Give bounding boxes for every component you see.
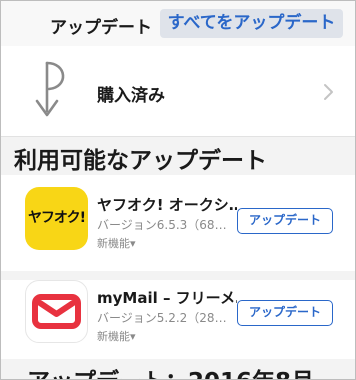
available-updates-header: 利用可能なアップデート — [1, 137, 355, 175]
yafuoku-icon-text: ヤフオク! — [27, 210, 86, 226]
updates-screen: アップデート すべてをアップデート 購入済み 利用可能なアップデート ヤフオク!… — [0, 0, 356, 380]
updates-title: アップデート — [50, 18, 152, 38]
purchased-arrow-icon — [35, 61, 65, 117]
update-button[interactable]: アップデート — [237, 300, 333, 326]
purchased-row[interactable]: 購入済み — [1, 46, 355, 137]
update-history-title: アップデート：2016年8月 — [27, 362, 314, 379]
available-updates-title: 利用可能なアップデート — [14, 148, 267, 174]
top-bar: アップデート すべてをアップデート — [1, 1, 355, 46]
chevron-right-icon — [324, 84, 333, 100]
update-history-header: アップデート：2016年8月 — [1, 359, 355, 379]
whats-new-toggle[interactable]: 新機能▾ — [97, 328, 136, 344]
update-button[interactable]: アップデート — [237, 208, 333, 234]
app-name: myMail – フリーメ… — [97, 289, 237, 307]
app-version: バージョン6.5.3（68… — [97, 218, 227, 232]
app-name: ヤフオク! オークシ… — [97, 196, 237, 214]
update-all-button[interactable]: すべてをアップデート — [160, 9, 343, 38]
app-version: バージョン5.2.2（28… — [97, 311, 227, 325]
mymail-app-icon — [25, 280, 88, 343]
whats-new-toggle[interactable]: 新機能▾ — [97, 235, 136, 251]
purchased-label: 購入済み — [97, 86, 165, 106]
mymail-envelope-icon — [32, 294, 81, 329]
row-separator — [1, 271, 355, 280]
yafuoku-app-icon: ヤフオク! — [25, 187, 88, 250]
app-row-yafuoku[interactable]: ヤフオク! ヤフオク! オークシ… バージョン6.5.3（68… 新機能▾ アッ… — [1, 175, 355, 271]
app-row-mymail[interactable]: myMail – フリーメ… バージョン5.2.2（28… 新機能▾ アップデー… — [1, 280, 355, 359]
